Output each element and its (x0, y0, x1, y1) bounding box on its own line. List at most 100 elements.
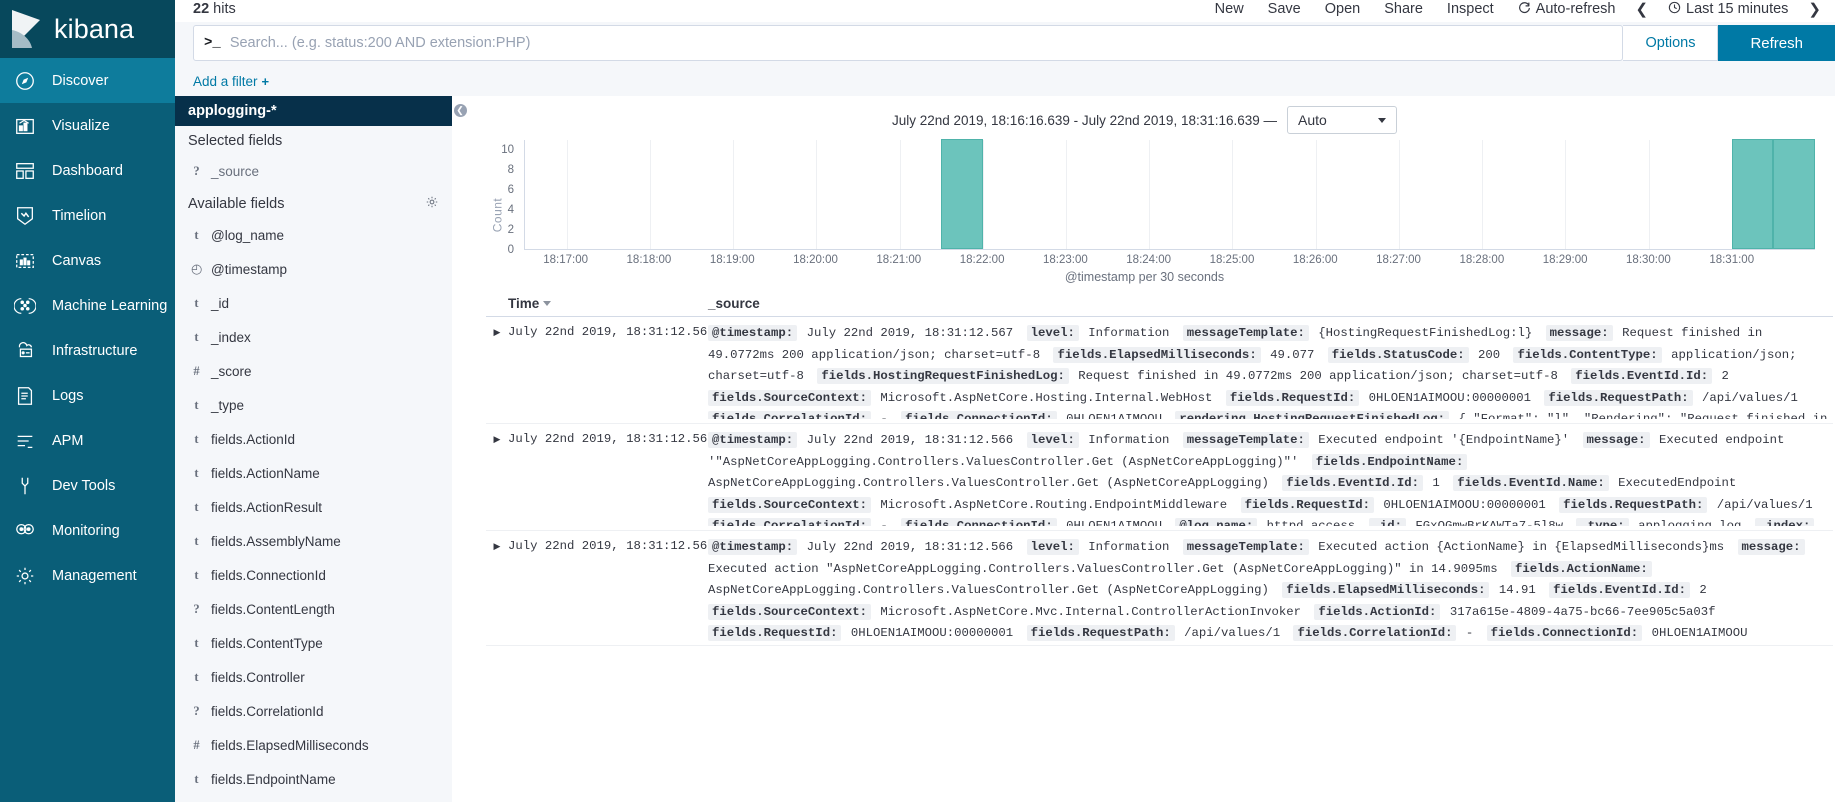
table-row[interactable]: ▶ July 22nd 2019, 18:31:12.566 @timestamp:… (486, 531, 1833, 646)
index-pattern-selector[interactable]: applogging-* (175, 96, 452, 126)
field-item[interactable]: t fields.ActionId (175, 422, 452, 456)
new-button[interactable]: New (1203, 0, 1256, 19)
field-item[interactable]: t fields.EndpointName (175, 762, 452, 796)
source-field-value: Microsoft.AspNetCore.Hosting.Internal.We… (872, 390, 1220, 405)
histogram-bar[interactable] (941, 139, 983, 249)
field-item[interactable]: t _type (175, 388, 452, 422)
field-name: fields.AssemblyName (211, 533, 341, 549)
source-field-key: fields.RequestPath: (1559, 496, 1708, 513)
field-type-icon: t (194, 465, 199, 480)
source-field-value: 0HLOEN1AIMOOU:00000001 (843, 626, 1021, 640)
source-field-value: ExecutedEndpoint (1610, 476, 1737, 490)
save-button[interactable]: Save (1256, 0, 1313, 19)
sidebar-item-visualize[interactable]: Visualize (0, 103, 175, 148)
histogram-bar[interactable] (1731, 139, 1774, 249)
field-settings-gear-icon[interactable] (425, 195, 439, 213)
sidebar-item-management[interactable]: Management (0, 553, 175, 598)
refresh-button[interactable]: Refresh (1718, 25, 1835, 61)
field-type-icon: t (194, 567, 199, 582)
y-tick-label: 6 (507, 184, 514, 196)
search-input[interactable]: >_ Search... (e.g. status:200 AND extens… (193, 25, 1624, 61)
source-field-key: fields.SourceContext: (708, 389, 871, 406)
field-item[interactable]: ? fields.ContentLength (175, 592, 452, 626)
row-source: @timestamp: July 22nd 2019, 18:31:12.566… (708, 537, 1833, 641)
sidebar-item-apm[interactable]: APM (0, 418, 175, 463)
source-field-key: fields.RequestPath: (1026, 625, 1175, 641)
share-button[interactable]: Share (1372, 0, 1435, 19)
query-bar: >_ Search... (e.g. status:200 AND extens… (175, 22, 1835, 66)
source-field-value: 0HLOEN1AIMOOU (1058, 519, 1170, 526)
table-row[interactable]: ▶ July 22nd 2019, 18:31:12.566 @timestamp:… (486, 424, 1833, 531)
field-item[interactable]: t fields.ConnectionId (175, 558, 452, 592)
field-item[interactable]: ? fields.CorrelationId (175, 694, 452, 728)
table-row[interactable]: ▶ July 22nd 2019, 18:31:12.567 @timestamp:… (486, 317, 1833, 424)
sidebar-item-dev-tools[interactable]: Dev Tools (0, 463, 175, 508)
y-tick-label: 2 (507, 224, 514, 236)
time-picker-button[interactable]: Last 15 minutes (1656, 0, 1800, 20)
interval-select[interactable]: Auto (1287, 106, 1398, 134)
field-item[interactable]: # _score (175, 354, 452, 388)
chevron-left-icon[interactable]: ❮ (453, 104, 467, 117)
source-field-key: messageTemplate: (1182, 432, 1309, 448)
source-field-value: /api/values/1 (1176, 626, 1288, 640)
sidebar-item-machine-learning[interactable]: Machine Learning (0, 283, 175, 328)
grid-line (899, 140, 901, 249)
field-name: fields.ContentLength (211, 601, 335, 617)
visualize-icon (12, 113, 38, 139)
expand-row-icon[interactable]: ▶ (486, 323, 508, 419)
sidebar-item-timelion[interactable]: Timelion (0, 193, 175, 238)
x-tick-label: 18:26:00 (1292, 254, 1338, 266)
field-item[interactable]: ◴ @timestamp (175, 252, 452, 286)
options-button[interactable]: Options (1623, 25, 1719, 61)
x-tick-label: 18:24:00 (1126, 254, 1172, 266)
source-field-key: fields.RequestId: (708, 625, 842, 641)
sort-descending-icon (543, 301, 552, 306)
sidebar-item-infrastructure[interactable]: Infrastructure (0, 328, 175, 373)
field-item[interactable]: t fields.ActionResult (175, 490, 452, 524)
interval-value: Auto (1298, 112, 1327, 128)
expand-row-icon[interactable]: ▶ (486, 537, 508, 641)
open-button[interactable]: Open (1313, 0, 1372, 19)
sidebar-item-monitoring[interactable]: Monitoring (0, 508, 175, 553)
field-item[interactable]: t _index (175, 320, 452, 354)
source-field-key: fields.RequestId: (1240, 496, 1375, 513)
field-type-icon: t (194, 669, 199, 684)
selected-fields-header: Selected fields (175, 126, 452, 154)
source-field-value: 0HLOEN1AIMOOU (1058, 412, 1170, 419)
source-field-value: 0HLOEN1AIMOOU:00000001 (1361, 390, 1539, 405)
compass-icon (12, 68, 38, 94)
inspect-button[interactable]: Inspect (1435, 0, 1506, 19)
expand-row-icon[interactable]: ▶ (486, 430, 508, 526)
source-field-value: 2 (1714, 369, 1729, 383)
sidebar-item-canvas[interactable]: Canvas (0, 238, 175, 283)
field-item-source[interactable]: ? _source (175, 154, 452, 188)
field-item[interactable]: t @log_name (175, 218, 452, 252)
column-header-time[interactable]: Time (486, 296, 708, 311)
source-field-key: fields.EventId.Id: (1549, 582, 1690, 598)
field-type-icon: ? (193, 703, 200, 718)
field-item[interactable]: # fields.ElapsedMilliseconds (175, 728, 452, 762)
time-previous-button[interactable]: ❮ (1627, 0, 1656, 20)
auto-refresh-button[interactable]: Auto-refresh (1506, 0, 1628, 20)
add-filter-button[interactable]: Add a filter + (193, 74, 269, 89)
source-field-key: @timestamp: (708, 432, 798, 448)
kibana-logo[interactable]: kibana (0, 0, 175, 58)
source-field-value: Information (1080, 326, 1177, 340)
gear-icon (12, 563, 38, 589)
time-next-button[interactable]: ❯ (1800, 0, 1829, 20)
row-timestamp: July 22nd 2019, 18:31:12.567 (508, 325, 715, 339)
source-field-value: 200 (1470, 347, 1508, 362)
histogram-bar[interactable] (1773, 139, 1815, 249)
histogram-plot-area[interactable] (524, 139, 1815, 250)
sidebar-item-discover[interactable]: Discover (0, 58, 175, 103)
field-item[interactable]: t fields.ContentType (175, 626, 452, 660)
filter-bar: Add a filter + (175, 66, 1835, 96)
sidebar-item-dashboard[interactable]: Dashboard (0, 148, 175, 193)
field-item[interactable]: t _id (175, 286, 452, 320)
field-type-icon: # (193, 363, 200, 378)
field-item[interactable]: t fields.Controller (175, 660, 452, 694)
source-field-value: 2 (1691, 583, 1707, 597)
field-item[interactable]: t fields.AssemblyName (175, 524, 452, 558)
sidebar-item-logs[interactable]: Logs (0, 373, 175, 418)
field-item[interactable]: t fields.ActionName (175, 456, 452, 490)
